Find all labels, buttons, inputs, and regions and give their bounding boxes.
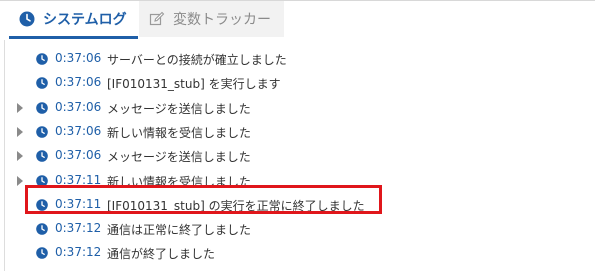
log-time: 0:37:06	[55, 123, 102, 138]
tab-system-log-label: システムログ	[43, 12, 127, 28]
clock-icon	[36, 77, 48, 90]
log-message: 通信は正常に終了しました	[107, 223, 252, 238]
clock-icon	[36, 126, 48, 138]
log-row[interactable]: 0:37:06 メッセージを送信しました	[0, 96, 595, 120]
clock-icon	[36, 101, 48, 114]
expand-arrow-icon[interactable]	[17, 175, 23, 186]
log-time: 0:37:06	[55, 75, 102, 90]
log-row[interactable]: 0:37:06 メッセージを送信しました	[0, 144, 595, 168]
tab-bar: システムログ 変数トラッカー	[0, 0, 595, 40]
log-message: メッセージを送信しました	[107, 150, 251, 165]
expand-arrow-icon[interactable]	[17, 126, 23, 137]
log-time: 0:37:12	[55, 221, 102, 236]
log-row: 0:37:06 [IF010131_stub] を実行します	[0, 71, 595, 95]
clock-icon	[36, 150, 48, 162]
tab-system-log[interactable]: システムログ	[9, 1, 138, 37]
log-time: 0:37:12	[55, 245, 102, 260]
log-message: メッセージを送信しました	[107, 101, 251, 116]
log-time: 0:37:06	[55, 148, 102, 163]
log-row[interactable]: 0:37:06 新しい情報を受信しました	[0, 120, 595, 144]
expand-arrow-icon[interactable]	[17, 102, 23, 113]
log-time: 0:37:06	[55, 99, 102, 114]
clock-icon	[19, 11, 35, 27]
tab-variable-tracker-label: 変数トラッカー	[173, 12, 271, 28]
active-tab-indicator	[9, 36, 138, 39]
tab-variable-tracker[interactable]: 変数トラッカー	[139, 1, 284, 37]
log-time: 0:37:06	[55, 51, 102, 65]
clock-icon	[36, 53, 48, 65]
log-row: 0:37:12 通信が終了しました	[0, 241, 595, 265]
clock-icon	[36, 223, 48, 235]
log-message: [IF010131_stub] を実行します	[107, 77, 281, 92]
highlight-box	[25, 185, 382, 214]
log-row: 0:37:06 サーバーとの接続が確立しました	[0, 47, 595, 71]
edit-icon	[149, 11, 165, 27]
log-row: 0:37:12 通信は正常に終了しました	[0, 217, 595, 241]
log-message: 通信が終了しました	[107, 247, 216, 262]
clock-icon	[36, 247, 48, 260]
expand-arrow-icon[interactable]	[17, 151, 23, 162]
log-message: サーバーとの接続が確立しました	[107, 53, 287, 67]
log-message: 新しい情報を受信しました	[107, 125, 252, 140]
